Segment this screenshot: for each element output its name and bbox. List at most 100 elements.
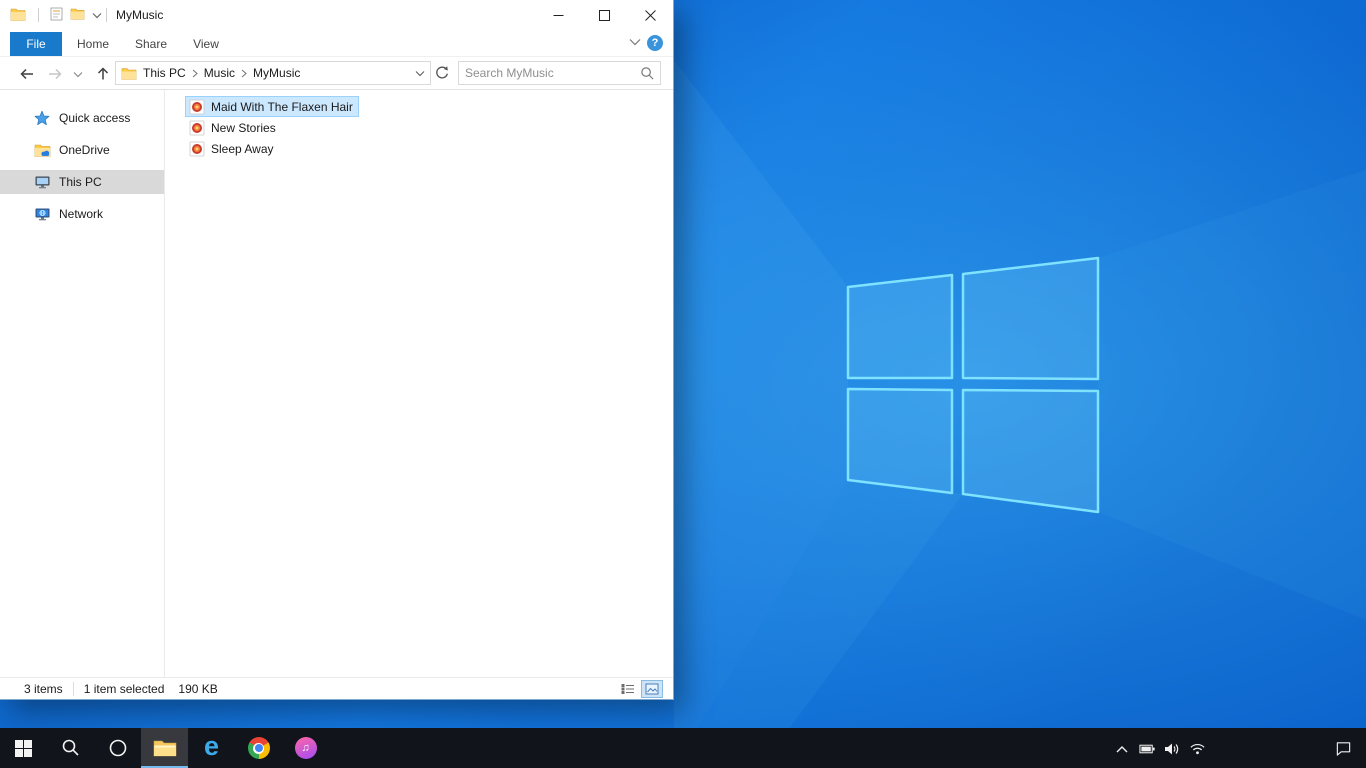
network-tray-button[interactable] — [1189, 740, 1206, 757]
address-dropdown-button[interactable] — [410, 62, 430, 84]
qat-properties-icon[interactable] — [50, 7, 63, 21]
close-button[interactable] — [627, 0, 673, 30]
close-icon — [644, 9, 656, 21]
navigation-pane: Quick access OneDrive This PC Network — [0, 90, 165, 677]
search-box[interactable] — [458, 61, 661, 85]
taskbar-edge-button[interactable]: e — [188, 728, 235, 768]
minimize-button[interactable] — [535, 0, 581, 30]
search-icon[interactable] — [640, 66, 655, 81]
qat-new-folder-icon[interactable] — [70, 7, 85, 20]
file-name: Maid With The Flaxen Hair — [211, 99, 353, 114]
help-button[interactable]: ? — [647, 35, 663, 51]
qat-separator — [38, 8, 39, 22]
ribbon-expand-chevron-icon[interactable] — [629, 38, 641, 46]
sidebar-item-onedrive[interactable]: OneDrive — [0, 138, 164, 162]
file-list: Maid With The Flaxen Hair New Stories Sl… — [185, 96, 359, 159]
qat-customize-chevron-icon[interactable] — [92, 12, 102, 19]
tab-share[interactable]: Share — [128, 32, 174, 56]
chevron-down-icon — [415, 70, 425, 76]
file-explorer-window: MyMusic File Home Share View ? This PC M… — [0, 0, 674, 700]
network-icon — [34, 205, 52, 223]
computer-icon — [34, 173, 52, 191]
up-button[interactable] — [92, 63, 114, 85]
file-explorer-icon — [153, 740, 176, 757]
media-file-icon — [189, 120, 205, 135]
sidebar-item-label: Network — [59, 207, 104, 221]
breadcrumb-this-pc[interactable]: This PC — [137, 66, 192, 80]
large-icons-view-icon — [645, 683, 659, 695]
tab-view[interactable]: View — [184, 32, 228, 56]
taskbar-file-explorer-button[interactable] — [141, 728, 188, 768]
itunes-icon: ♫ — [294, 737, 317, 759]
tab-file[interactable]: File — [10, 32, 62, 56]
file-item-new-stories[interactable]: New Stories — [185, 117, 282, 138]
up-arrow-icon — [97, 67, 109, 80]
edge-icon: e — [203, 730, 220, 761]
search-input[interactable] — [465, 63, 635, 83]
refresh-button[interactable] — [434, 65, 452, 83]
window-folder-icon — [10, 8, 26, 21]
details-view-icon — [621, 684, 634, 694]
selection-count: 1 item selected — [83, 681, 165, 696]
chevron-down-icon — [73, 71, 83, 77]
start-button[interactable] — [0, 728, 47, 768]
media-file-icon — [189, 99, 205, 114]
tab-home[interactable]: Home — [70, 32, 116, 56]
status-divider — [72, 681, 74, 696]
details-view-button[interactable] — [617, 680, 639, 698]
taskbar-search-button[interactable] — [47, 728, 94, 768]
taskbar-chrome-button[interactable] — [235, 728, 282, 768]
back-button[interactable] — [16, 63, 38, 85]
forward-arrow-icon — [49, 68, 62, 80]
taskbar: e ♫ — [0, 728, 1366, 768]
sidebar-item-label: Quick access — [59, 111, 131, 125]
tray-expand-button[interactable] — [1113, 740, 1130, 757]
search-icon — [62, 739, 79, 756]
star-icon — [34, 109, 52, 127]
forward-button[interactable] — [44, 63, 66, 85]
taskbar-itunes-button[interactable]: ♫ — [282, 728, 329, 768]
cortana-icon — [109, 739, 126, 757]
sidebar-item-label: This PC — [59, 175, 102, 189]
sidebar-item-network[interactable]: Network — [0, 202, 164, 226]
back-arrow-icon — [20, 68, 33, 80]
selection-size: 190 KB — [178, 681, 218, 696]
breadcrumb-music[interactable]: Music — [198, 66, 241, 80]
title-bar[interactable]: MyMusic — [0, 0, 673, 30]
file-name: New Stories — [211, 120, 276, 135]
ribbon-tab-row: File Home Share View ? — [0, 30, 673, 57]
address-bar[interactable]: This PC Music MyMusic — [115, 61, 431, 85]
speaker-icon — [1165, 743, 1179, 754]
breadcrumb-mymusic[interactable]: MyMusic — [247, 66, 306, 80]
sidebar-item-quick-access[interactable]: Quick access — [0, 106, 164, 130]
minimize-icon — [553, 14, 563, 16]
wifi-icon — [1190, 743, 1205, 755]
file-item-maid-with-the-flaxen-hair[interactable]: Maid With The Flaxen Hair — [185, 96, 359, 117]
battery-icon — [1139, 744, 1155, 753]
item-count: 3 items — [24, 681, 63, 696]
sidebar-item-label: OneDrive — [59, 143, 110, 157]
system-tray — [1066, 728, 1366, 768]
battery-tray-button[interactable] — [1139, 740, 1156, 757]
volume-tray-button[interactable] — [1163, 740, 1180, 757]
navigation-bar: This PC Music MyMusic — [0, 57, 673, 90]
cortana-button[interactable] — [94, 728, 141, 768]
file-item-sleep-away[interactable]: Sleep Away — [185, 138, 280, 159]
windows-start-icon — [15, 739, 32, 757]
refresh-icon — [436, 66, 448, 79]
media-file-icon — [189, 141, 205, 156]
recent-locations-button[interactable] — [70, 63, 86, 85]
action-center-icon — [1336, 742, 1351, 756]
large-icons-view-button[interactable] — [641, 680, 663, 698]
chrome-icon — [247, 737, 270, 759]
maximize-icon — [598, 9, 610, 21]
address-folder-icon — [121, 67, 137, 80]
chevron-up-icon — [1116, 745, 1127, 752]
status-bar: 3 items 1 item selected 190 KB — [0, 677, 673, 699]
title-separator — [106, 8, 107, 22]
maximize-button[interactable] — [581, 0, 627, 30]
onedrive-icon — [34, 141, 52, 159]
action-center-button[interactable] — [1335, 740, 1352, 757]
file-name: Sleep Away — [211, 141, 274, 156]
sidebar-item-this-pc[interactable]: This PC — [0, 170, 164, 194]
